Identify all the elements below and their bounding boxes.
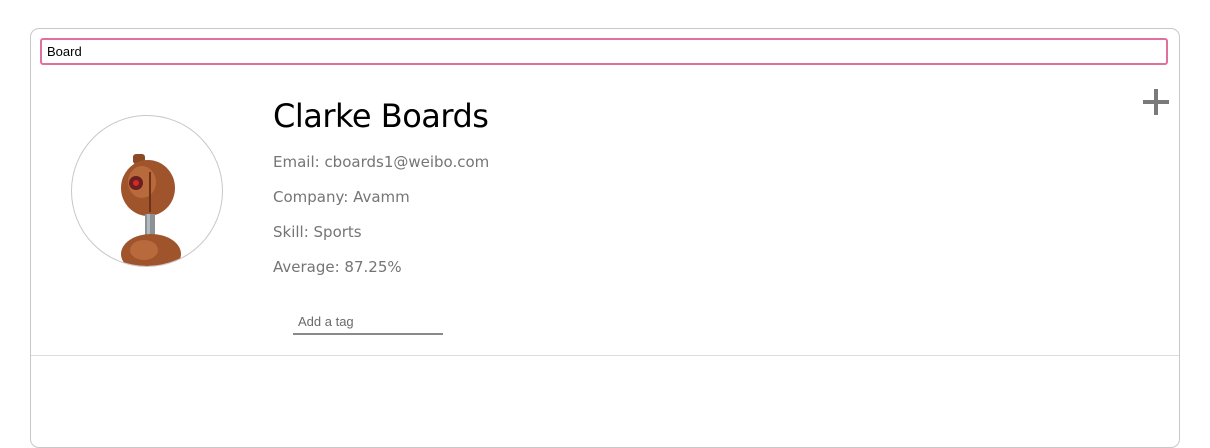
student-company: Company: Avamm xyxy=(273,188,410,206)
add-tag-input[interactable] xyxy=(293,309,443,335)
student-skill: Skill: Sports xyxy=(273,223,362,241)
student-average: Average: 87.25% xyxy=(273,258,402,276)
expand-button[interactable] xyxy=(1143,89,1169,115)
student-email: Email: cboards1@weibo.com xyxy=(273,153,490,171)
student-name: Clarke Boards xyxy=(273,97,489,135)
robot-avatar-icon xyxy=(121,154,182,266)
student-card: Clarke Boards Email: cboards1@weibo.com … xyxy=(30,28,1180,448)
card-divider xyxy=(31,355,1179,356)
search-input[interactable] xyxy=(40,38,1168,65)
avatar xyxy=(71,115,223,267)
